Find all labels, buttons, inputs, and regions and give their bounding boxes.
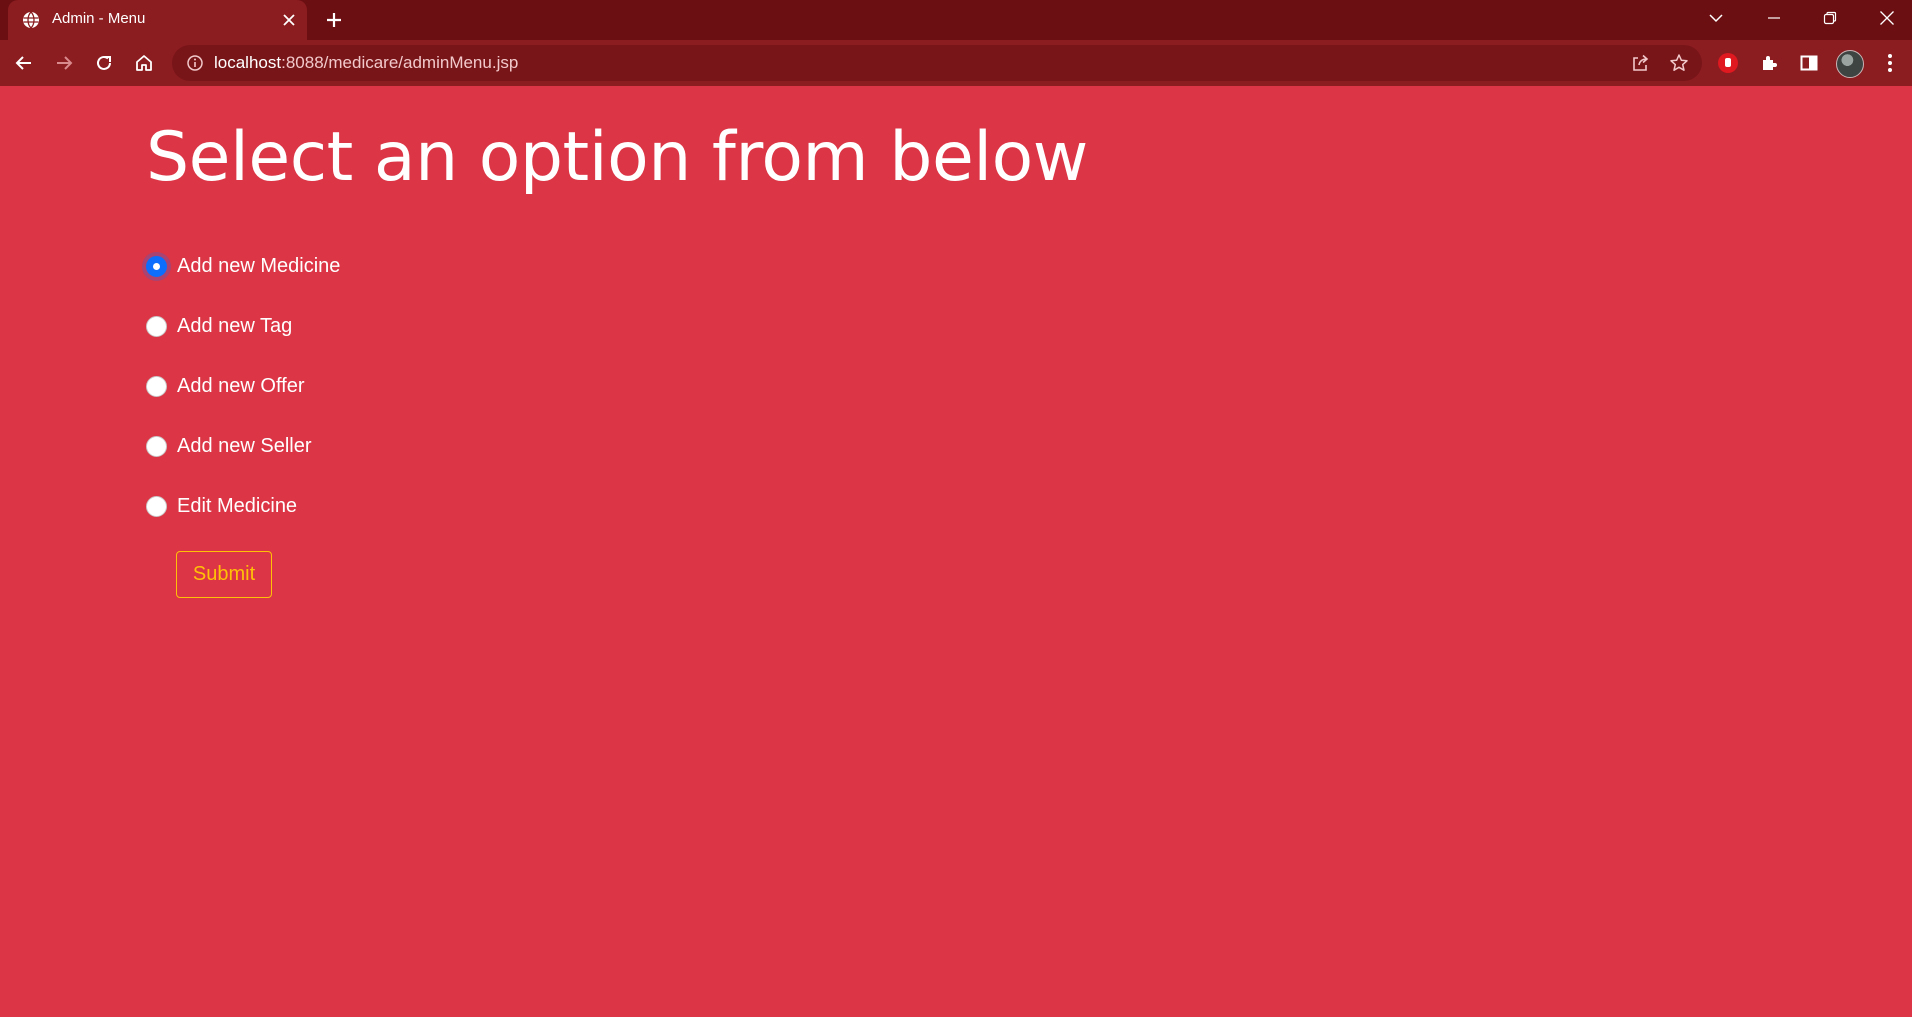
browser-toolbar: localhost:8088/medicare/adminMenu.jsp bbox=[0, 40, 1912, 86]
option-label: Edit Medicine bbox=[177, 494, 298, 517]
tab-strip: Admin - Menu bbox=[0, 0, 1912, 40]
option-label: Add new Medicine bbox=[177, 254, 341, 277]
radio-add-tag[interactable] bbox=[146, 315, 167, 337]
url-text: localhost:8088/medicare/adminMenu.jsp bbox=[214, 53, 519, 72]
option-add-offer[interactable]: Add new Offer bbox=[146, 372, 304, 400]
info-icon[interactable] bbox=[186, 54, 204, 72]
reload-icon[interactable] bbox=[92, 51, 116, 75]
option-edit-medicine[interactable]: Edit Medicine bbox=[146, 492, 297, 520]
radio-edit-medicine[interactable] bbox=[146, 495, 167, 517]
radio-add-seller[interactable] bbox=[146, 435, 167, 457]
back-arrow-icon[interactable] bbox=[12, 51, 36, 75]
option-add-medicine[interactable]: Add new Medicine bbox=[146, 252, 340, 280]
avatar[interactable] bbox=[1836, 50, 1864, 78]
home-icon[interactable] bbox=[132, 51, 156, 75]
tab-search-chevron-icon[interactable] bbox=[1696, 4, 1736, 32]
address-bar[interactable]: localhost:8088/medicare/adminMenu.jsp bbox=[172, 45, 1702, 81]
plus-icon[interactable] bbox=[322, 8, 346, 32]
star-icon[interactable] bbox=[1669, 53, 1689, 73]
submit-button[interactable]: Submit bbox=[176, 551, 272, 598]
puzzle-icon[interactable] bbox=[1757, 51, 1781, 75]
radio-add-medicine[interactable] bbox=[146, 255, 167, 277]
restore-icon[interactable] bbox=[1810, 4, 1850, 32]
option-label: Add new Seller bbox=[177, 434, 312, 457]
option-label: Add new Offer bbox=[177, 374, 305, 397]
forward-arrow-icon[interactable] bbox=[52, 51, 76, 75]
stop-hand-extension-icon[interactable] bbox=[1716, 51, 1740, 75]
option-label: Add new Tag bbox=[177, 314, 293, 337]
option-add-tag[interactable]: Add new Tag bbox=[146, 312, 292, 340]
browser-tab[interactable]: Admin - Menu bbox=[8, 0, 307, 40]
side-panel-icon[interactable] bbox=[1797, 51, 1821, 75]
close-icon[interactable] bbox=[280, 11, 298, 29]
tab-title: Admin - Menu bbox=[52, 10, 146, 27]
window-close-icon[interactable] bbox=[1867, 4, 1907, 32]
globe-icon bbox=[22, 11, 40, 29]
share-icon[interactable] bbox=[1630, 53, 1650, 73]
minimize-icon[interactable] bbox=[1754, 4, 1794, 32]
kebab-menu-icon[interactable] bbox=[1878, 51, 1902, 75]
option-add-seller[interactable]: Add new Seller bbox=[146, 432, 312, 460]
page-title: Select an option from below bbox=[146, 118, 1088, 197]
radio-add-offer[interactable] bbox=[146, 375, 167, 397]
